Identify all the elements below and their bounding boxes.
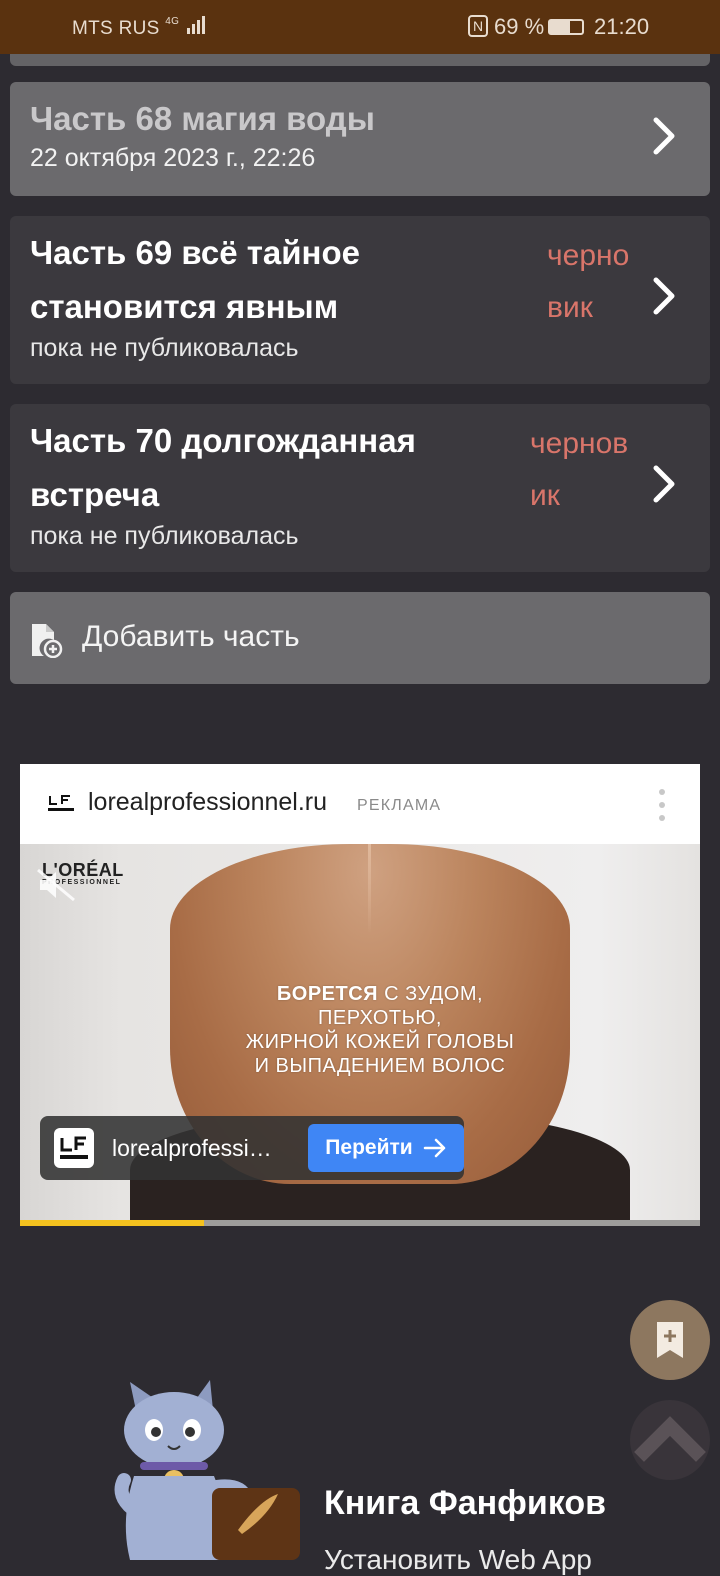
chapter-item[interactable]: Часть 70 долгожданная встреча пока не пу… (10, 404, 710, 572)
arrow-right-icon (423, 1138, 445, 1158)
previous-card-edge (10, 54, 710, 66)
battery-percent: 69 % (494, 14, 545, 39)
draft-badge: черновик (530, 427, 629, 512)
bookmark-button[interactable] (630, 1300, 710, 1380)
carrier-label: MTS RUS 4G (72, 16, 207, 40)
chapter-item[interactable]: Часть 68 магия воды 22 октября 2023 г., … (10, 82, 710, 196)
mute-icon[interactable] (36, 868, 76, 902)
ad-cta-bar[interactable]: lorealprofessi… Перейти (40, 1116, 464, 1180)
ad-video[interactable]: L'ORÉAL PROFESSIONNEL БОРЕТСЯ С ЗУДОМ, ПЕ… (20, 844, 700, 1226)
battery-icon (548, 19, 584, 35)
add-file-icon (32, 624, 63, 658)
advertiser-logo-icon (48, 795, 74, 811)
chevron-right-icon (653, 277, 675, 315)
nfc-icon: N (468, 15, 488, 37)
promo-title: Книга Фанфиков (324, 1484, 607, 1522)
signal-icon (186, 16, 207, 40)
advertiser-logo-icon (54, 1128, 94, 1168)
chevron-up-icon (634, 1416, 706, 1462)
chapter-title: Часть 68 магия воды (30, 100, 375, 137)
ad-image-part (368, 844, 371, 934)
chevron-right-icon (653, 465, 675, 503)
chapter-item[interactable]: Часть 69 всё тайное становится явным пок… (10, 216, 710, 384)
bookmark-add-icon (657, 1322, 683, 1358)
chevron-right-icon (653, 117, 675, 155)
install-web-app-link[interactable]: Установить Web App (324, 1544, 592, 1576)
advertisement[interactable]: lorealprofessionnel.ru РЕКЛАМА L'ORÉAL PR… (20, 764, 700, 1226)
draft-badge: черновик (547, 239, 630, 324)
add-part-label: Добавить часть (82, 620, 300, 653)
status-bar: MTS RUS 4G N 69 % 21:20 (0, 0, 720, 54)
video-progress-fill (20, 1220, 204, 1226)
chapter-publish-status: пока не публиковалась (30, 334, 299, 362)
ad-headline: БОРЕТСЯ С ЗУДОМ, ПЕРХОТЬЮ, ЖИРНОЙ КОЖЕЙ … (245, 983, 515, 1077)
video-progress-bar[interactable] (20, 1220, 700, 1226)
ad-cta-domain: lorealprofessi… (112, 1135, 272, 1161)
chapter-date: 22 октября 2023 г., 22:26 (30, 144, 316, 172)
ad-domain[interactable]: lorealprofessionnel.ru (88, 788, 327, 817)
ad-label: РЕКЛАМА (357, 797, 442, 814)
clock: 21:20 (594, 14, 650, 39)
chapter-publish-status: пока не публиковалась (30, 522, 299, 550)
cat-mascot-icon (114, 1380, 300, 1560)
ad-header: lorealprofessionnel.ru РЕКЛАМА (20, 764, 700, 844)
chapter-title: Часть 70 долгожданная встреча (30, 422, 416, 513)
add-part-button[interactable]: Добавить часть (10, 592, 710, 684)
scroll-top-button[interactable] (630, 1400, 710, 1480)
go-button[interactable]: Перейти (308, 1124, 464, 1172)
more-vertical-icon[interactable] (658, 788, 666, 822)
chapter-title: Часть 69 всё тайное становится явным (30, 234, 360, 325)
go-button-label: Перейти (325, 1136, 413, 1159)
network-type: 4G (165, 16, 180, 27)
